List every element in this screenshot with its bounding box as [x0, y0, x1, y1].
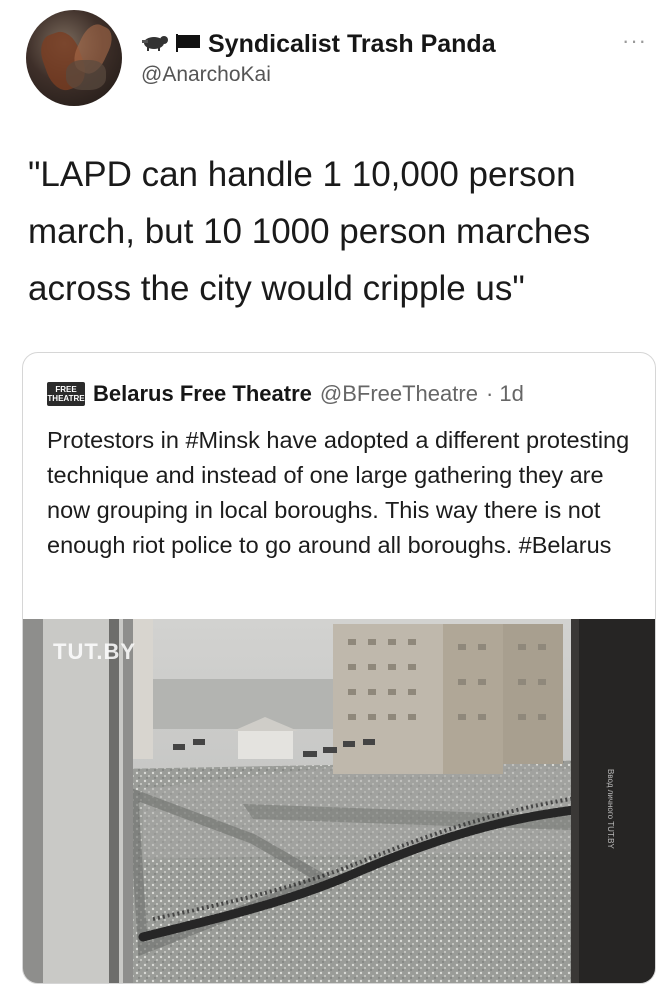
tweet-text: "LAPD can handle 1 10,000 person march, …	[28, 155, 591, 308]
quoted-tweet-text: Protestors in #Minsk have adopted a diff…	[47, 427, 630, 558]
author-avatar[interactable]	[26, 10, 122, 106]
quoted-tweet-header: FREE THEATRE Belarus Free Theatre @BFree…	[47, 381, 524, 407]
quoted-handle[interactable]: @BFreeTheatre	[320, 381, 478, 407]
raccoon-icon	[140, 32, 170, 57]
more-options-icon[interactable]: ···	[622, 28, 647, 54]
author-handle[interactable]: @AnarchoKai	[141, 63, 271, 87]
aerial-photo-illustration	[23, 619, 655, 983]
quoted-tweet-card[interactable]: FREE THEATRE Belarus Free Theatre @BFree…	[22, 352, 656, 984]
author-display-name[interactable]: Syndicalist Trash Panda	[208, 30, 496, 59]
photo-side-caption: Ввод личного TUT.BY	[606, 769, 615, 849]
quoted-tweet-photo[interactable]: TUT.BY Ввод личного TUT.BY	[23, 619, 655, 983]
quoted-timestamp: · 1d	[485, 381, 524, 406]
belarus-free-theatre-logo: FREE THEATRE	[47, 382, 85, 406]
photo-watermark: TUT.BY	[53, 639, 136, 664]
black-flag-icon	[174, 32, 204, 57]
quoted-display-name[interactable]: Belarus Free Theatre	[93, 381, 312, 407]
author-name-row[interactable]: Syndicalist Trash Panda	[140, 30, 496, 58]
